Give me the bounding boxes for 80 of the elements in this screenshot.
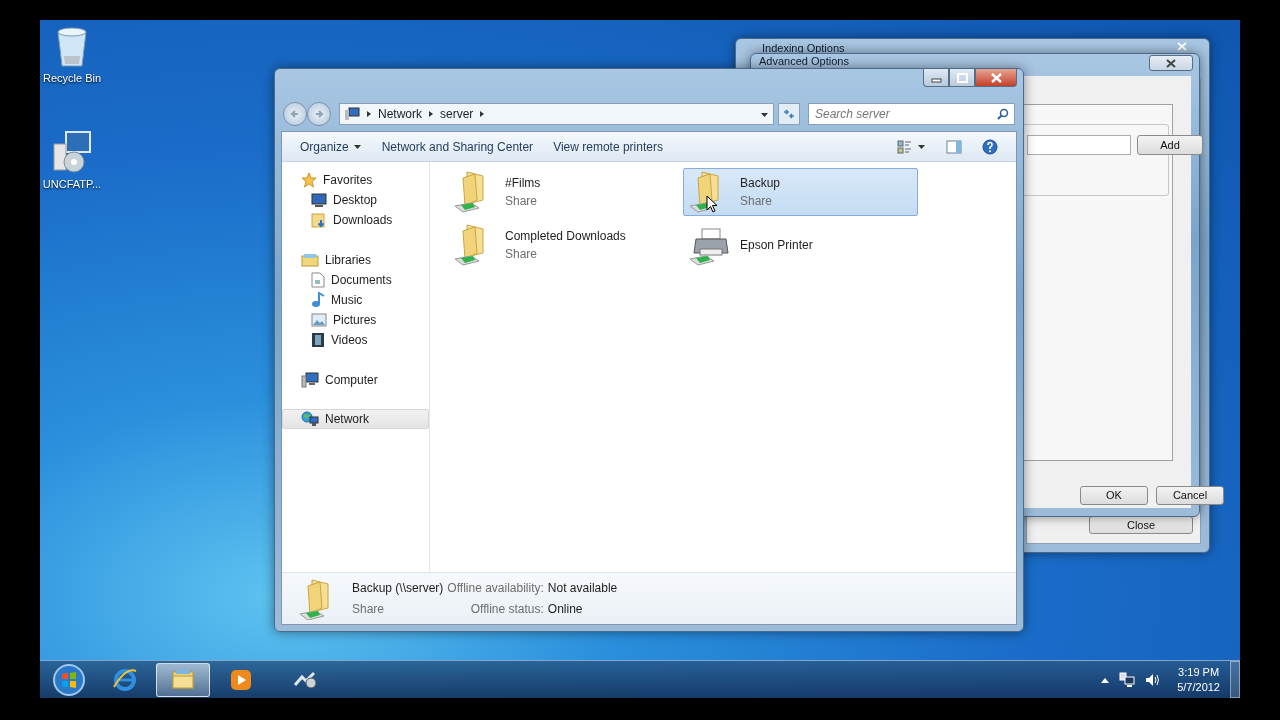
icon-label[interactable]: Recycle Bin [42,70,102,87]
window-title: Indexing Options [762,42,845,54]
folder-icon [311,212,327,228]
detail-label: Offline availability: [447,580,544,597]
chevron-icon [479,110,486,118]
breadcrumb-item[interactable]: server [440,105,474,123]
dialog-button[interactable]: OK [1080,486,1148,505]
search-icon [997,108,1009,120]
nav-item[interactable]: Libraries [282,250,429,270]
view-list-icon [897,139,913,154]
detail-label: Offline status: [469,601,544,618]
add-button[interactable]: Add [1137,135,1203,155]
nav-item[interactable]: Music [282,290,429,310]
help-icon [982,138,998,155]
chevron-icon [428,110,434,118]
address-bar[interactable]: Network server [339,103,774,125]
file-item[interactable]: Completed Downloads Share [448,221,683,269]
minimize-button[interactable] [923,69,949,87]
file-item[interactable]: Epson Printer [683,221,918,269]
nav-item[interactable]: Desktop [282,190,429,210]
item-name: Backup (\\server) [352,580,444,597]
picture-icon [311,313,327,327]
detail-value: Online [547,601,584,618]
toolbar-button[interactable]: Network and Sharing Center [373,134,542,159]
forward-arrow-icon [314,109,324,119]
cursor-icon [706,195,718,213]
caret-icon [352,143,362,150]
dialog-title: Advanced Options [759,55,849,67]
chevron-icon [366,110,372,118]
library-icon [301,253,319,267]
caret-icon [760,111,769,119]
nav-item[interactable]: Pictures [282,310,429,330]
close-button[interactable] [975,69,1017,87]
text-field[interactable] [1027,135,1131,155]
up-arrow-icon [1101,676,1110,683]
network-icon [301,411,319,427]
back-arrow-icon [290,109,300,119]
preview-pane-icon [946,139,962,154]
item-type: Share [352,601,386,618]
file-item[interactable]: #Films Share [448,168,683,216]
star-icon [301,172,317,188]
document-icon [311,272,325,288]
search-field[interactable]: Search server [808,103,1015,125]
nav-item[interactable]: Computer [282,370,429,390]
toolbar-button[interactable]: Organize [292,134,370,159]
caret-icon [917,143,926,150]
clock[interactable]: 3:19 PM 5/7/2012 [1177,664,1220,695]
music-note-icon [311,292,325,308]
recycle-bin-icon [54,26,90,68]
nav-item[interactable]: Downloads [282,210,429,230]
show-hidden-icons-button[interactable] [1101,676,1110,683]
monitor-icon [311,193,327,207]
file-item[interactable]: Backup Share [683,168,918,216]
refresh-icon [783,109,795,119]
close-icon [1177,41,1187,51]
network-icon[interactable] [1119,671,1136,688]
refresh-button[interactable] [778,103,800,125]
icon-label[interactable]: UNCFATP... [42,176,102,193]
close-icon [1166,58,1176,68]
close-button[interactable] [1149,55,1193,71]
toolbar-button[interactable]: View remote printers [545,134,671,159]
browser-icon [112,666,138,693]
show-desktop-button[interactable] [1230,661,1240,698]
nav-item[interactable]: Documents [282,270,429,290]
network-icon [344,107,360,121]
close-icon [990,72,1002,83]
maximize-button[interactable] [949,69,975,87]
computer-icon [301,372,319,388]
taskbar-button[interactable] [156,662,210,697]
nav-item[interactable]: Network [282,409,429,429]
volume-icon[interactable] [1145,672,1162,687]
start-orb-icon [52,662,86,697]
detail-value: Not available [547,580,618,597]
nav-item[interactable]: Videos [282,330,429,350]
maximize-icon [956,72,968,83]
nav-item[interactable]: Favorites [282,170,429,190]
installer-icon [52,130,92,174]
film-icon [311,332,325,348]
breadcrumb-item[interactable]: Network [378,105,422,123]
dialog-button[interactable]: Cancel [1156,486,1224,505]
